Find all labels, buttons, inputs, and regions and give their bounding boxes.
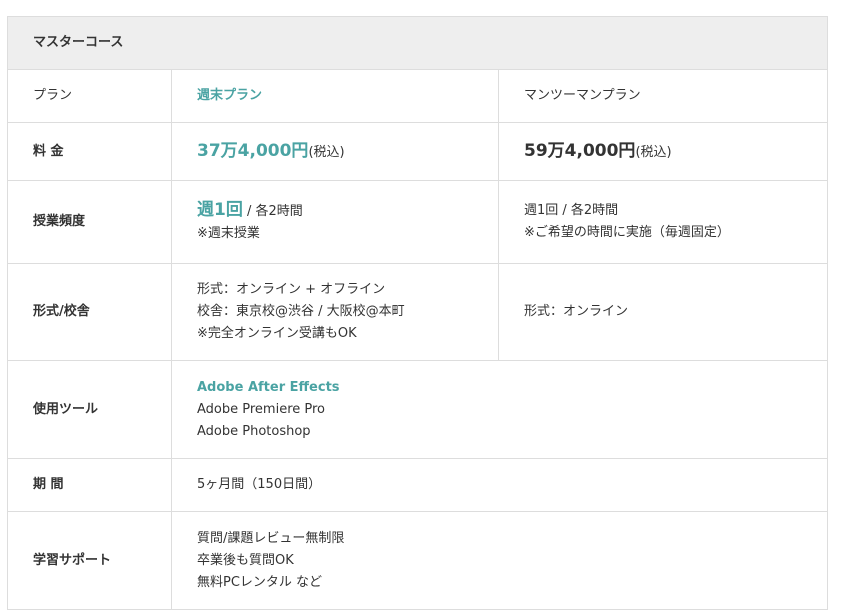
row-label-format: 形式/校舎 (7, 263, 172, 361)
plan-weekend: 週末プラン (171, 69, 499, 123)
frequency-weekend-main: 週1回 (197, 200, 243, 220)
tool-premiere-pro: Adobe Premiere Pro (197, 401, 326, 417)
price-weekend-tax: (税込) (308, 144, 345, 160)
tool-photoshop: Adobe Photoshop (197, 423, 311, 439)
support-item-after-graduation: 卒業後も質問OK (197, 552, 294, 568)
support-item-pc-rental: 無料PCレンタル など (197, 574, 323, 590)
table-row-format: 形式/校舎 形式：オンライン + オフライン 校舎：東京校@渋谷 / 大阪校@本… (7, 263, 829, 361)
frequency-one-on-one-line1: 週1回 / 各2時間 (524, 203, 619, 218)
plan-one-on-one: マンツーマンプラン (497, 69, 829, 123)
tools-cell: Adobe After Effects Adobe Premiere Pro A… (170, 360, 829, 459)
row-label-plan: プラン (7, 69, 172, 123)
table-row-plan: プラン 週末プラン マンツーマンプラン (7, 69, 829, 123)
price-weekend-cell: 37万4,000円(税込) (171, 122, 499, 181)
table-row-period: 期 間 5ヶ月間（150日間） (7, 458, 829, 512)
period-value: 5ヶ月間（150日間） (170, 458, 829, 512)
format-weekend-line1: 形式：オンライン + オフライン (197, 282, 386, 297)
table-row-tools: 使用ツール Adobe After Effects Adobe Premiere… (7, 360, 829, 459)
table-row-frequency: 授業頻度 週1回 / 各2時間 ※週末授業 週1回 / 各2時間 ※ご希望の時間… (7, 180, 829, 264)
frequency-weekend-sub: / 各2時間 (242, 204, 303, 219)
format-one-on-one: 形式：オンライン (497, 263, 829, 361)
course-comparison-table: マスターコース プラン 週末プラン マンツーマンプラン 料 金 37万4,000… (6, 16, 829, 610)
row-label-frequency: 授業頻度 (7, 180, 172, 264)
frequency-weekend-note: ※週末授業 (197, 226, 260, 241)
table-row-price: 料 金 37万4,000円(税込) 59万4,000円(税込) (7, 122, 829, 181)
support-cell: 質問/課題レビュー無制限 卒業後も質問OK 無料PCレンタル など (170, 511, 829, 610)
course-title: マスターコース (6, 16, 829, 70)
table-row-support: 学習サポート 質問/課題レビュー無制限 卒業後も質問OK 無料PCレンタル など (7, 511, 829, 610)
price-weekend-amount: 37万4,000円 (197, 140, 309, 161)
format-weekend-cell: 形式：オンライン + オフライン 校舎：東京校@渋谷 / 大阪校@本町 ※完全オ… (171, 263, 499, 361)
row-label-support: 学習サポート (7, 511, 172, 610)
format-weekend-line2: 校舎：東京校@渋谷 / 大阪校@本町 (197, 304, 405, 319)
format-weekend-line3: ※完全オンライン受講もOK (197, 326, 357, 341)
row-label-period: 期 間 (7, 458, 172, 512)
course-table-wrapper: マスターコース プラン 週末プラン マンツーマンプラン 料 金 37万4,000… (6, 16, 829, 610)
frequency-one-on-one-line2: ※ご希望の時間に実施（毎週固定） (524, 225, 730, 240)
tool-after-effects: Adobe After Effects (197, 379, 340, 395)
frequency-weekend-cell: 週1回 / 各2時間 ※週末授業 (171, 180, 499, 264)
price-one-on-one-cell: 59万4,000円(税込) (497, 122, 829, 181)
table-header-row: マスターコース (6, 16, 829, 70)
price-one-on-one-amount: 59万4,000円 (524, 140, 636, 161)
frequency-weekend-line: 週1回 / 各2時間 (197, 199, 498, 223)
frequency-one-on-one-cell: 週1回 / 各2時間 ※ご希望の時間に実施（毎週固定） (497, 180, 829, 264)
price-one-on-one-tax: (税込) (635, 144, 672, 160)
row-label-tools: 使用ツール (7, 360, 172, 459)
support-item-review: 質問/課題レビュー無制限 (197, 530, 345, 546)
row-label-price: 料 金 (7, 122, 172, 181)
